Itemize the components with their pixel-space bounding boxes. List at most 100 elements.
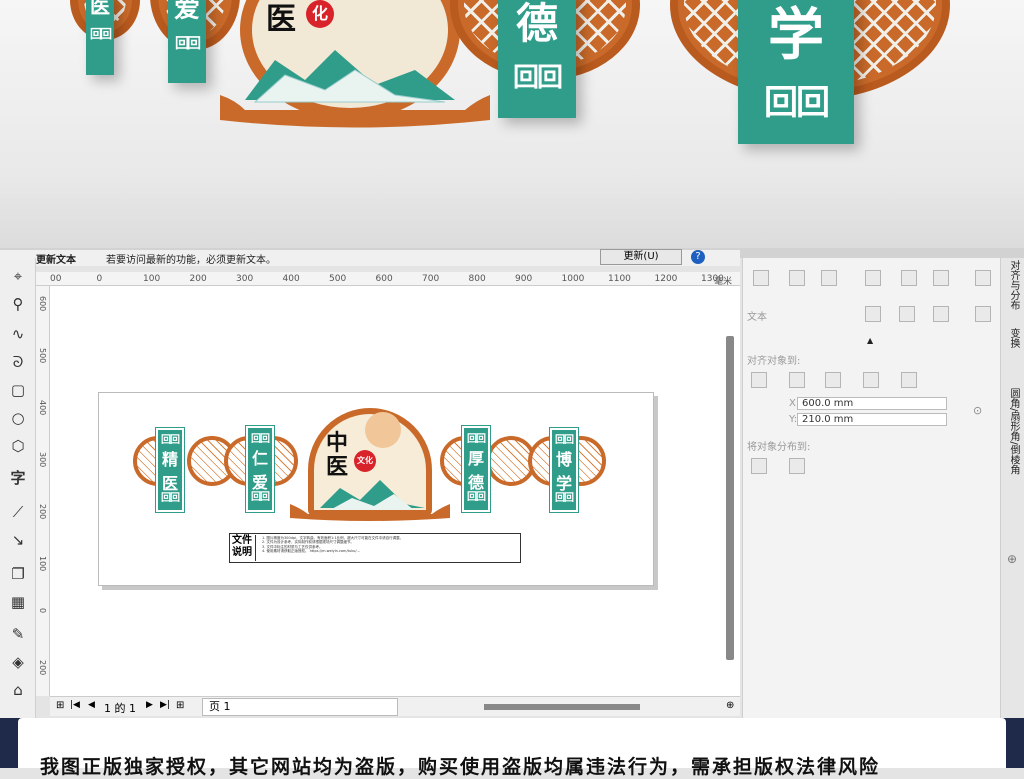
- ruler-tick-label: 200: [38, 660, 47, 676]
- tab-transform[interactable]: 变换: [1005, 328, 1021, 348]
- pattern: 回回: [89, 27, 112, 41]
- copyright-banner-text: 我图正版独家授权，其它网站均为盗版，购买使用盗版均属违法行为，需承担版权法律风险: [40, 756, 881, 778]
- smart-fill-tool-icon[interactable]: ⌂: [6, 678, 30, 702]
- add-page-icon[interactable]: ⊞: [56, 700, 64, 711]
- next-page-icon[interactable]: ▶: [146, 700, 153, 710]
- align-page-edge-icon[interactable]: [789, 372, 805, 388]
- fill-tool-icon[interactable]: ◈: [6, 650, 30, 674]
- target-point-icon[interactable]: ⊙: [973, 404, 982, 417]
- ruler-tick-label: 300: [236, 274, 254, 284]
- file-note: 文件说明 1. 图片精度为300dpi，文字转曲，有效面积1:1比例，超大尺寸可…: [229, 533, 521, 563]
- pick-tool-icon[interactable]: ⌖: [6, 264, 30, 288]
- align-left-icon[interactable]: [753, 270, 769, 286]
- align-page-center-icon[interactable]: [825, 372, 841, 388]
- question-icon[interactable]: ?: [691, 250, 705, 264]
- page-counter: 1 的 1: [104, 702, 136, 715]
- y-field[interactable]: 210.0 mm: [797, 413, 947, 426]
- align-point-icon[interactable]: [901, 372, 917, 388]
- align-middle-icon[interactable]: [901, 270, 917, 286]
- plate-houde: 回回 厚 德 回回: [461, 425, 491, 513]
- plate-char-top: 精: [161, 450, 178, 469]
- plate-renai: 回回 仁 爱 回回: [245, 425, 275, 513]
- pattern: 回回: [161, 493, 180, 504]
- zoom-icon[interactable]: ⊕: [726, 700, 734, 711]
- tab-align-distribute[interactable]: 对齐与分布: [1005, 260, 1021, 310]
- plate-boxue: 回回 博 学 回回: [549, 427, 579, 513]
- ellipse-tool-icon[interactable]: ○: [6, 406, 30, 430]
- align-center-icon[interactable]: [789, 270, 805, 286]
- plate-char-bottom: 医: [161, 474, 178, 493]
- medallion-seal: 化: [306, 0, 334, 28]
- rectangle-tool-icon[interactable]: ▢: [6, 378, 30, 402]
- ruler-tick-label: 100: [143, 274, 161, 284]
- ruler-tick-label: 1100: [608, 274, 631, 284]
- plate-char: 爱: [173, 0, 200, 24]
- prev-page-icon[interactable]: ◀: [88, 700, 95, 710]
- add-tab-icon[interactable]: ⊕: [1007, 552, 1017, 566]
- align-top-icon[interactable]: [865, 270, 881, 286]
- add-page-end-icon[interactable]: ⊞: [176, 700, 184, 711]
- plate-char-bottom: 德: [467, 473, 484, 492]
- info-title: 更新文本: [36, 254, 76, 266]
- note-lines: 1. 图片精度为300dpi，文字转曲，有效面积1:1比例，超大尺寸可能在文件中…: [262, 536, 520, 554]
- text-align-more-icon[interactable]: [975, 306, 991, 322]
- align-right-icon[interactable]: [821, 270, 837, 286]
- ruler-tick-label: 300: [38, 452, 47, 468]
- ruler-tick-label: 200: [189, 274, 207, 284]
- align-bottom-icon[interactable]: [933, 270, 949, 286]
- distribute-selection-icon[interactable]: [751, 458, 767, 474]
- plate-char-top: 仁: [251, 449, 268, 468]
- x-field[interactable]: 600.0 mm: [797, 397, 947, 410]
- note-label: 文件说明: [232, 535, 256, 561]
- shadow-tool-icon[interactable]: ❐: [6, 562, 30, 586]
- wall-photo: 医 回回 爱 回回 医 化 德 回回 学 回回: [0, 0, 1024, 248]
- update-button[interactable]: 更新(U): [600, 249, 682, 265]
- distribute-page-icon[interactable]: [789, 458, 805, 474]
- text-align-center-icon[interactable]: [899, 306, 915, 322]
- plate-2: 爱 回回: [168, 0, 206, 83]
- ruler-tick-label: 700: [422, 274, 440, 284]
- align-active-objects-icon[interactable]: [751, 372, 767, 388]
- ruler-tick-label: 800: [468, 274, 486, 284]
- bezier-tool-icon[interactable]: ᘐ: [6, 350, 30, 374]
- ruler-tick-label: 600: [375, 274, 393, 284]
- text-tool-icon[interactable]: 字: [6, 466, 30, 490]
- pattern: 回回: [467, 492, 486, 503]
- last-page-icon[interactable]: ▶|: [160, 700, 170, 710]
- ruler-tick-label: 1200: [654, 274, 678, 284]
- plate-char: 医: [90, 0, 110, 18]
- mountain-base: [290, 480, 450, 521]
- ruler-tick-label: 100: [38, 556, 47, 572]
- collapse-arrow-icon[interactable]: ▲: [867, 336, 873, 345]
- center-seal: 文化: [354, 450, 376, 472]
- line-tool-icon[interactable]: ⟋: [6, 500, 30, 524]
- tab-page-1[interactable]: 页 1: [202, 698, 398, 716]
- first-page-icon[interactable]: |◀: [70, 700, 80, 710]
- ruler-tick-label: 0: [96, 274, 103, 284]
- ruler-tick-label: 500: [329, 274, 347, 284]
- polygon-tool-icon[interactable]: ⬡: [6, 434, 30, 458]
- info-message: 若要访问最新的功能，必须更新文本。: [106, 254, 276, 266]
- connector-tool-icon[interactable]: ↘: [6, 528, 30, 552]
- transparency-tool-icon[interactable]: ▦: [6, 590, 30, 614]
- freehand-tool-icon[interactable]: ∿: [6, 322, 30, 346]
- vertical-scrollbar[interactable]: [726, 336, 734, 660]
- pattern: 回回: [764, 83, 830, 123]
- plate-char-bottom: 爱: [251, 473, 268, 492]
- text-align-left-icon[interactable]: [865, 306, 881, 322]
- eyedropper-tool-icon[interactable]: ✎: [6, 622, 30, 646]
- text-align-right-icon[interactable]: [933, 306, 949, 322]
- plate-char-top: 博: [555, 450, 572, 469]
- pattern: 回回: [555, 435, 574, 446]
- plate-3: 德 回回: [498, 0, 576, 118]
- zoom-tool-icon[interactable]: ⚲: [6, 292, 30, 316]
- plate-char-top: 厚: [467, 449, 484, 468]
- align-grid-icon[interactable]: [863, 372, 879, 388]
- ruler-tick-label: 500: [38, 348, 47, 364]
- align-baseline-icon[interactable]: [975, 270, 991, 286]
- note-line: 4. 使用素材请获取正版授权。 https://m.weiyin.com/tuk…: [262, 549, 360, 554]
- plate-1: 医 回回: [86, 0, 114, 75]
- center-char-1: 中: [326, 431, 349, 456]
- tab-fillet-scallop-chamfer[interactable]: 圆角/扇形角/倒棱角: [1005, 388, 1021, 475]
- horizontal-scrollbar[interactable]: [484, 704, 640, 710]
